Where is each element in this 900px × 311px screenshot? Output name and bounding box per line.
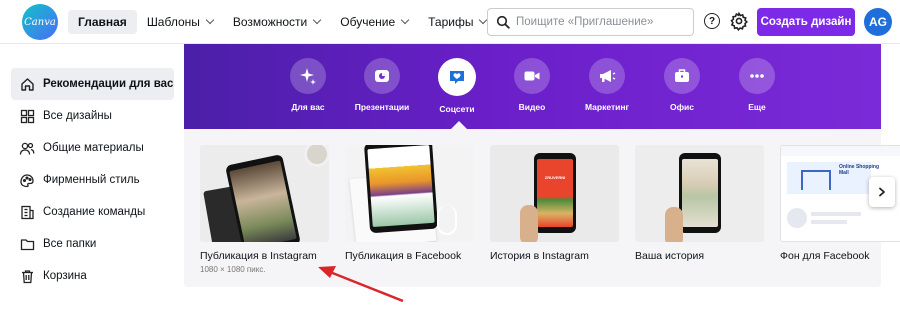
template-card-instagram-post[interactable]: Публикация в Instagram 1080 × 1080 пикс.: [200, 145, 329, 274]
nav-pricing[interactable]: Тарифы: [418, 10, 496, 34]
category-label: Соцсети: [439, 104, 475, 114]
sidebar-item-recommended[interactable]: Рекомендации для вас: [11, 68, 174, 100]
sidebar-item-create-team[interactable]: Создание команды: [11, 196, 174, 228]
nav-pricing-label: Тарифы: [428, 15, 474, 29]
category-label: Видео: [518, 102, 546, 112]
template-title: Публикация в Facebook: [345, 250, 462, 262]
category-for-you[interactable]: Для вас: [278, 58, 338, 112]
sidebar-item-all-folders[interactable]: Все папки: [11, 228, 174, 260]
template-size: 1080 × 1080 пикс.: [200, 265, 266, 274]
template-thumbnail: [345, 145, 474, 242]
category-label: Для вас: [291, 102, 325, 112]
sidebar-item-label: Корзина: [43, 270, 87, 282]
video-camera-icon: [514, 58, 550, 94]
template-card-your-story[interactable]: Ваша история: [635, 145, 764, 262]
category-office[interactable]: Офис: [652, 58, 712, 112]
trash-icon: [19, 268, 35, 284]
template-title: Публикация в Instagram: [200, 250, 317, 262]
category-presentations[interactable]: Презентации: [352, 58, 412, 112]
template-thumbnail: ZRUVERNI: [490, 145, 619, 242]
megaphone-icon: [589, 58, 625, 94]
avatar[interactable]: AG: [864, 8, 892, 36]
nav-templates[interactable]: Шаблоны: [137, 10, 223, 34]
nav-home-label: Главная: [78, 15, 127, 29]
chevron-down-icon: [205, 15, 215, 25]
sidebar-item-label: Все дизайны: [43, 110, 112, 122]
sparkle-icon: [290, 58, 326, 94]
scroll-right-button[interactable]: [869, 177, 895, 207]
nav-learn-label: Обучение: [340, 15, 396, 29]
home-icon: [19, 76, 35, 92]
chevron-right-icon: [879, 187, 885, 197]
template-title: Фон для Facebook: [780, 250, 870, 262]
folder-icon: [19, 236, 35, 252]
sidebar-item-shared[interactable]: Общие материалы: [11, 132, 174, 164]
category-label: Презентации: [354, 102, 410, 112]
category-label: Еще: [748, 102, 766, 112]
template-title: История в Instagram: [490, 250, 589, 262]
nav-features[interactable]: Возможности: [223, 10, 330, 34]
heart-chat-icon: [438, 58, 476, 96]
presentation-icon: [364, 58, 400, 94]
nav-templates-label: Шаблоны: [146, 15, 200, 29]
chevron-down-icon: [313, 15, 322, 25]
category-more[interactable]: Еще: [727, 58, 787, 112]
gear-icon[interactable]: [729, 11, 749, 31]
sidebar-item-label: Все папки: [43, 238, 97, 250]
template-card-instagram-story[interactable]: ZRUVERNI История в Instagram: [490, 145, 619, 262]
main-nav: Главная Шаблоны Возможности Обучение Тар…: [68, 10, 496, 34]
sidebar-item-label: Фирменный стиль: [43, 174, 140, 186]
category-video[interactable]: Видео: [502, 58, 562, 112]
category-label: Маркетинг: [584, 102, 630, 112]
people-icon: [19, 140, 35, 156]
active-category-pointer: [451, 121, 467, 129]
chevron-down-icon: [400, 15, 410, 25]
nav-learn[interactable]: Обучение: [330, 10, 418, 34]
search-input[interactable]: [516, 16, 686, 28]
search-icon: [496, 15, 510, 29]
category-label: Офис: [669, 102, 694, 112]
top-bar: Canva Главная Шаблоны Возможности Обучен…: [0, 0, 900, 44]
building-icon: [19, 204, 35, 220]
sidebar-item-trash[interactable]: Корзина: [11, 260, 174, 292]
nav-features-label: Возможности: [232, 15, 308, 29]
template-title: Ваша история: [635, 250, 705, 262]
sidebar-item-brand-kit[interactable]: Фирменный стиль: [11, 164, 174, 196]
grid-icon: [19, 108, 35, 124]
template-card-facebook-post[interactable]: Публикация в Facebook: [345, 145, 474, 262]
more-icon: [739, 58, 775, 94]
sidebar: Рекомендации для вас Все дизайны Общие м…: [11, 68, 174, 292]
canva-logo[interactable]: Canva: [22, 4, 58, 40]
category-banner: Для вас Презентации Соцсети Видео Маркет…: [184, 44, 881, 129]
briefcase-icon: [664, 58, 700, 94]
sidebar-item-label: Общие материалы: [43, 142, 144, 154]
sidebar-item-label: Создание команды: [43, 206, 146, 218]
nav-home[interactable]: Главная: [68, 10, 137, 34]
sidebar-item-all-designs[interactable]: Все дизайны: [11, 100, 174, 132]
help-icon[interactable]: ?: [704, 13, 720, 29]
brand-kit-icon: [19, 172, 35, 188]
search-box: [487, 8, 694, 36]
templates-panel: Публикация в Instagram 1080 × 1080 пикс.…: [184, 129, 900, 287]
category-social[interactable]: Соцсети: [427, 58, 487, 114]
create-design-button[interactable]: Создать дизайн: [757, 8, 855, 36]
sidebar-item-label: Рекомендации для вас: [43, 78, 174, 90]
template-thumbnail: [200, 145, 329, 242]
template-thumbnail: [635, 145, 764, 242]
category-marketing[interactable]: Маркетинг: [577, 58, 637, 112]
